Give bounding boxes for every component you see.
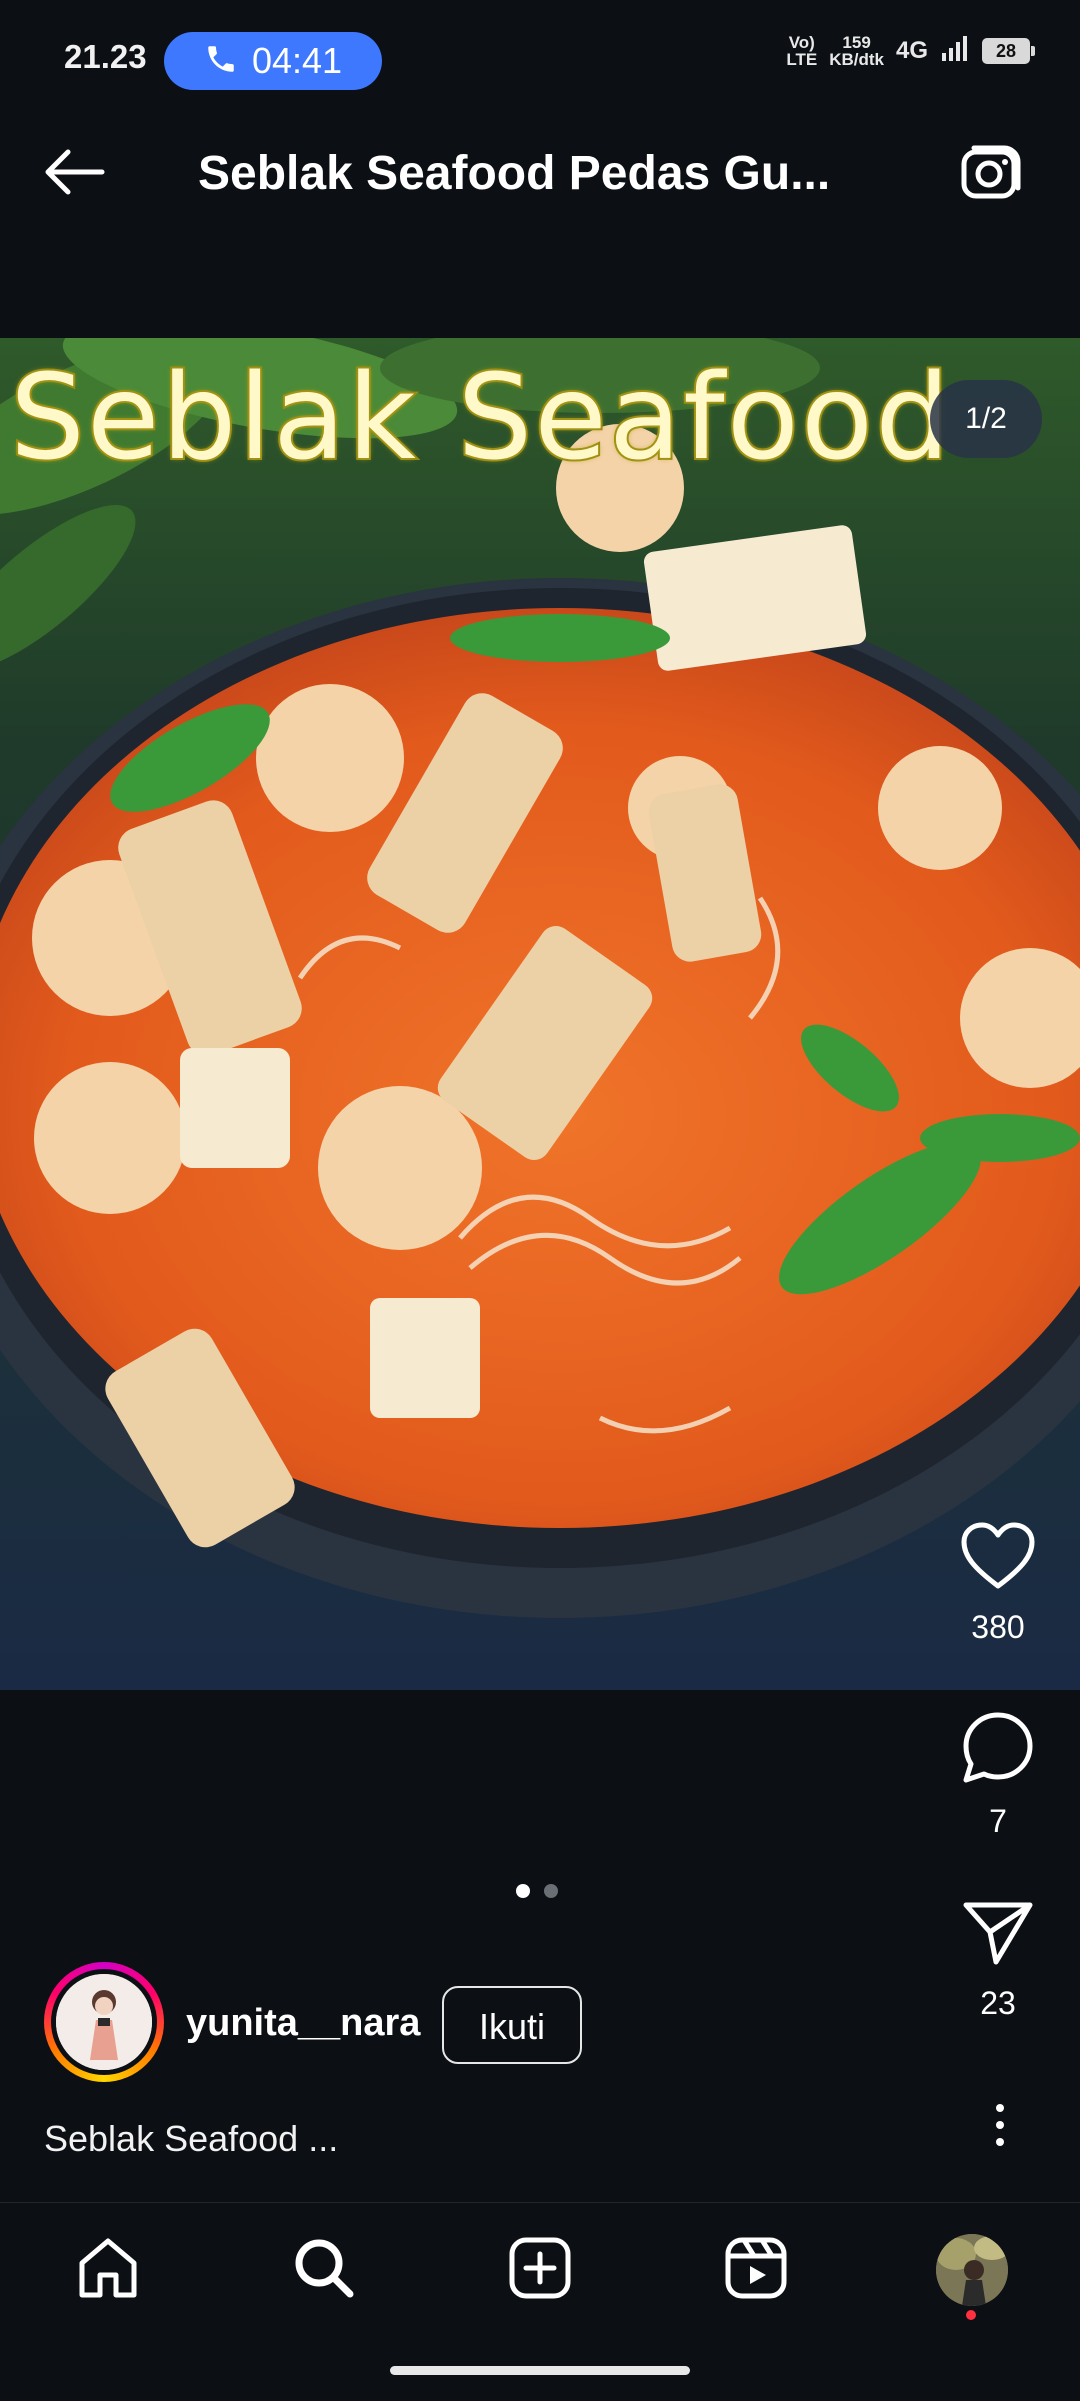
- network-type: 4G: [895, 37, 928, 64]
- data-speed: 159 KB/dtk: [829, 33, 884, 69]
- more-options-button[interactable]: [976, 2090, 1024, 2160]
- battery-icon: 28: [982, 38, 1035, 64]
- share-button[interactable]: 23: [948, 1900, 1048, 2022]
- nav-home[interactable]: [58, 2230, 158, 2310]
- search-icon: [292, 2236, 356, 2305]
- post-image[interactable]: [0, 338, 1080, 1690]
- more-icon-dot: [996, 2104, 1004, 2112]
- nav-profile[interactable]: [922, 2230, 1022, 2310]
- carousel-indicator: [516, 1884, 558, 1898]
- signal-icon: [940, 35, 970, 68]
- send-icon: [962, 1900, 1034, 1971]
- like-button[interactable]: 380: [948, 1522, 1048, 1646]
- comment-button[interactable]: 7: [948, 1710, 1048, 1840]
- author-avatar: [56, 1974, 152, 2070]
- notification-dot: [966, 2310, 976, 2320]
- comment-count: 7: [989, 1803, 1007, 1839]
- carousel-dot: [544, 1884, 558, 1898]
- share-count: 23: [980, 1985, 1016, 2021]
- status-time: 21.23: [64, 38, 147, 75]
- comment-icon: [960, 1710, 1036, 1789]
- page-title: Seblak Seafood Pedas Gu...: [198, 147, 831, 200]
- back-button[interactable]: [38, 138, 110, 210]
- phone-icon: [204, 42, 238, 81]
- author-username[interactable]: yunita__nara: [186, 2002, 420, 2045]
- camera-icon: [960, 144, 1024, 209]
- image-caption-overlay: Seblak Seafood: [8, 346, 952, 488]
- home-icon: [76, 2237, 140, 2304]
- carousel-dot-active: [516, 1884, 530, 1898]
- post-caption[interactable]: Seblak Seafood ...: [44, 2118, 338, 2160]
- reels-icon: [724, 2236, 788, 2305]
- like-count: 380: [971, 1609, 1025, 1645]
- heart-icon: [960, 1522, 1036, 1595]
- ongoing-call-pill[interactable]: 04:41: [164, 32, 382, 90]
- home-indicator[interactable]: [390, 2366, 690, 2375]
- nav-reels[interactable]: [706, 2230, 806, 2310]
- arrow-left-icon: [42, 148, 106, 201]
- volte-indicator: Vo) LTE: [786, 33, 818, 69]
- status-icons: Vo) LTE 159 KB/dtk 4G 28: [786, 33, 1035, 69]
- call-timer: 04:41: [251, 40, 343, 81]
- profile-avatar: [936, 2234, 1008, 2306]
- camera-button[interactable]: [954, 138, 1030, 214]
- author-avatar-ring[interactable]: [44, 1962, 164, 2082]
- nav-create[interactable]: [490, 2230, 590, 2310]
- follow-button[interactable]: Ikuti: [442, 1986, 582, 2064]
- nav-search[interactable]: [274, 2230, 374, 2310]
- create-icon: [508, 2236, 572, 2305]
- carousel-counter: 1/2: [930, 380, 1042, 458]
